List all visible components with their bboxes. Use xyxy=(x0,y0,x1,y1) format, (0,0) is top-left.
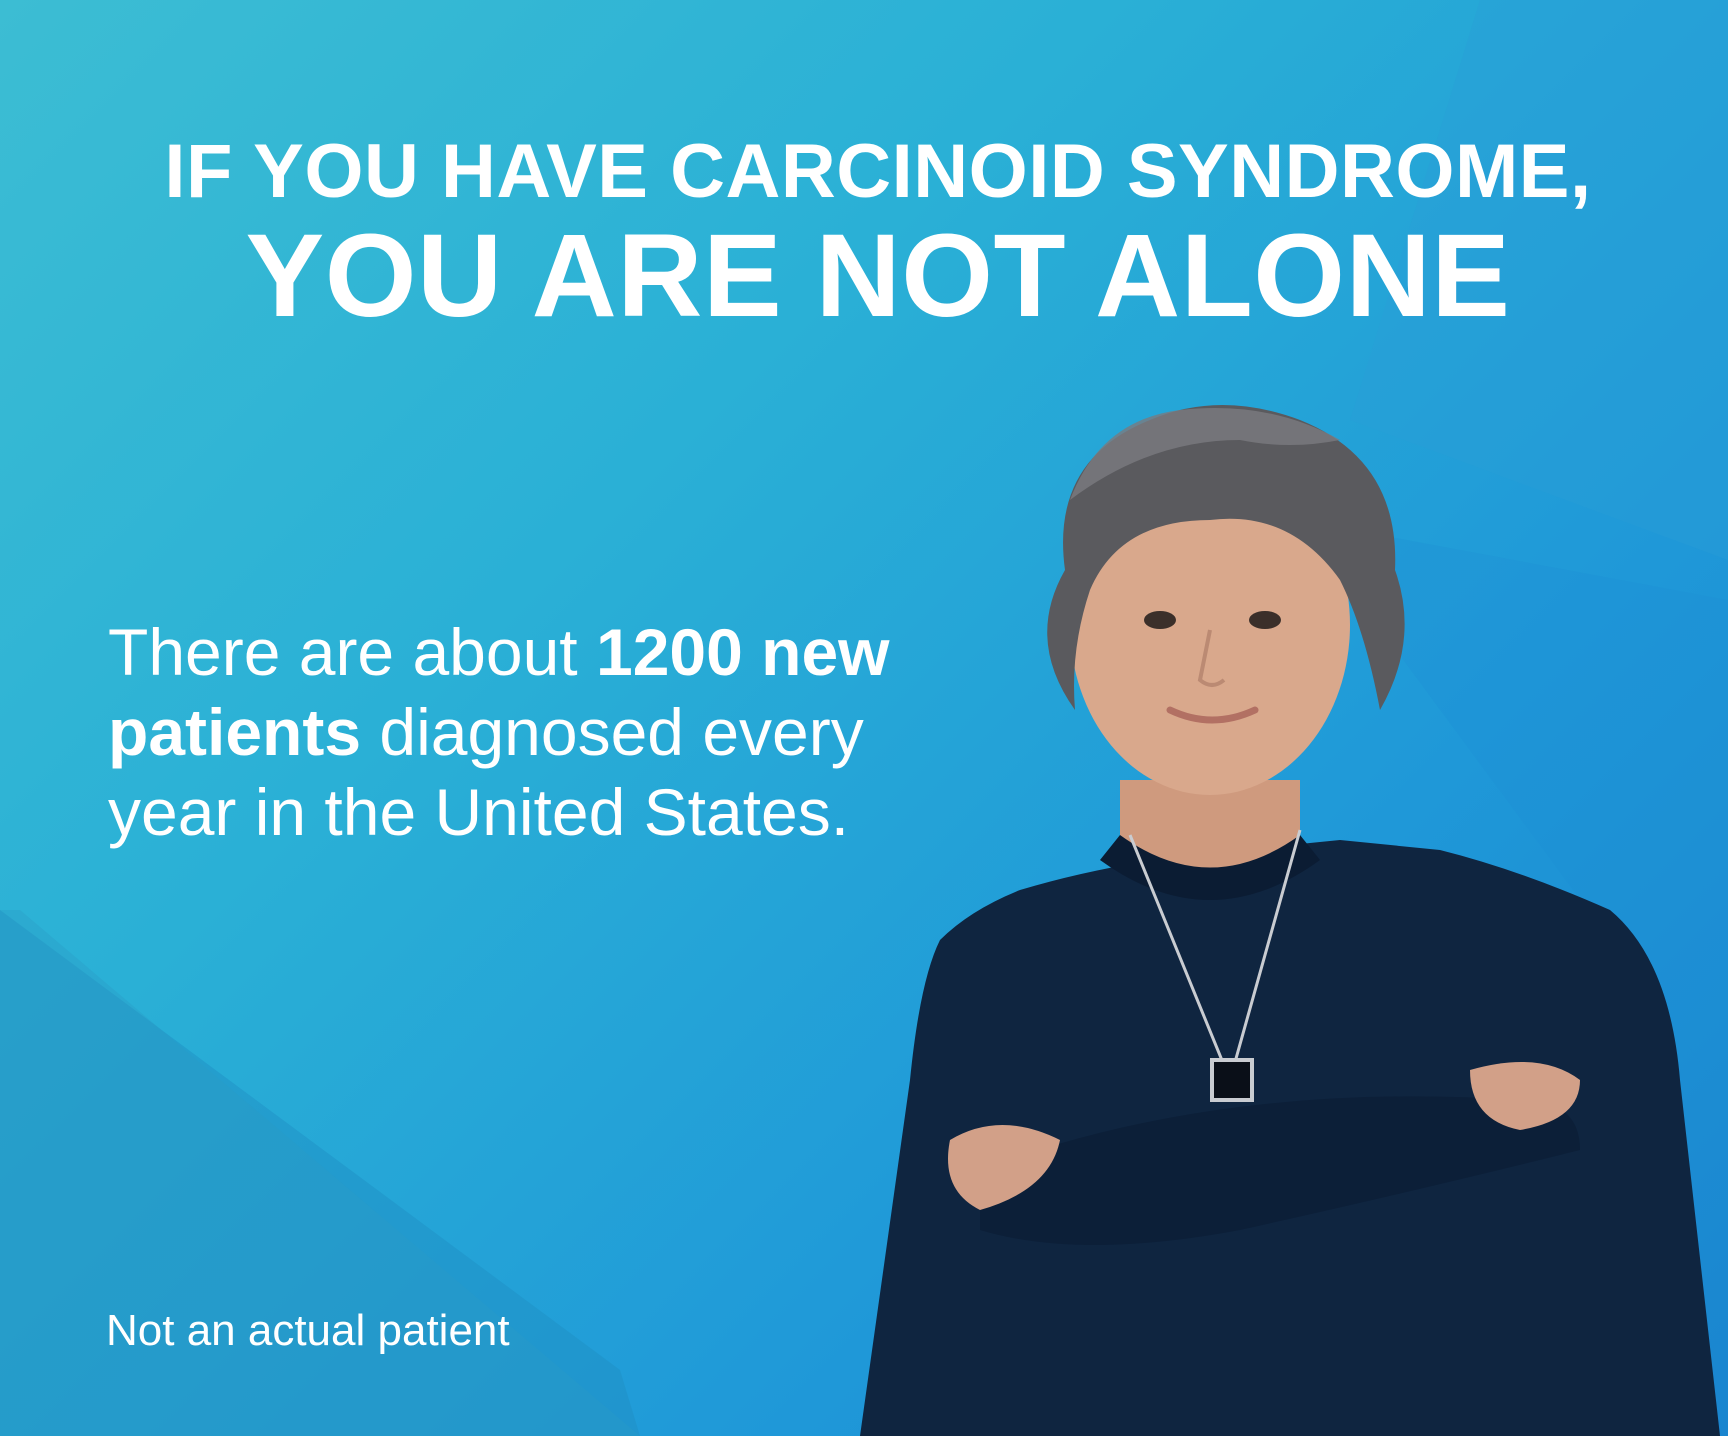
ad-banner: IF YOU HAVE CARCINOID SYNDROME, YOU ARE … xyxy=(0,0,1728,1436)
woman-portrait-photo xyxy=(860,405,1720,1436)
headline-line-2: YOU ARE NOT ALONE xyxy=(245,210,1511,342)
disclaimer-text: Not an actual patient xyxy=(106,1306,510,1355)
headline: IF YOU HAVE CARCINOID SYNDROME, YOU ARE … xyxy=(108,129,1648,342)
headline-line-1: IF YOU HAVE CARCINOID SYNDROME, xyxy=(164,129,1592,214)
statistic-lead: There are about xyxy=(108,615,596,689)
